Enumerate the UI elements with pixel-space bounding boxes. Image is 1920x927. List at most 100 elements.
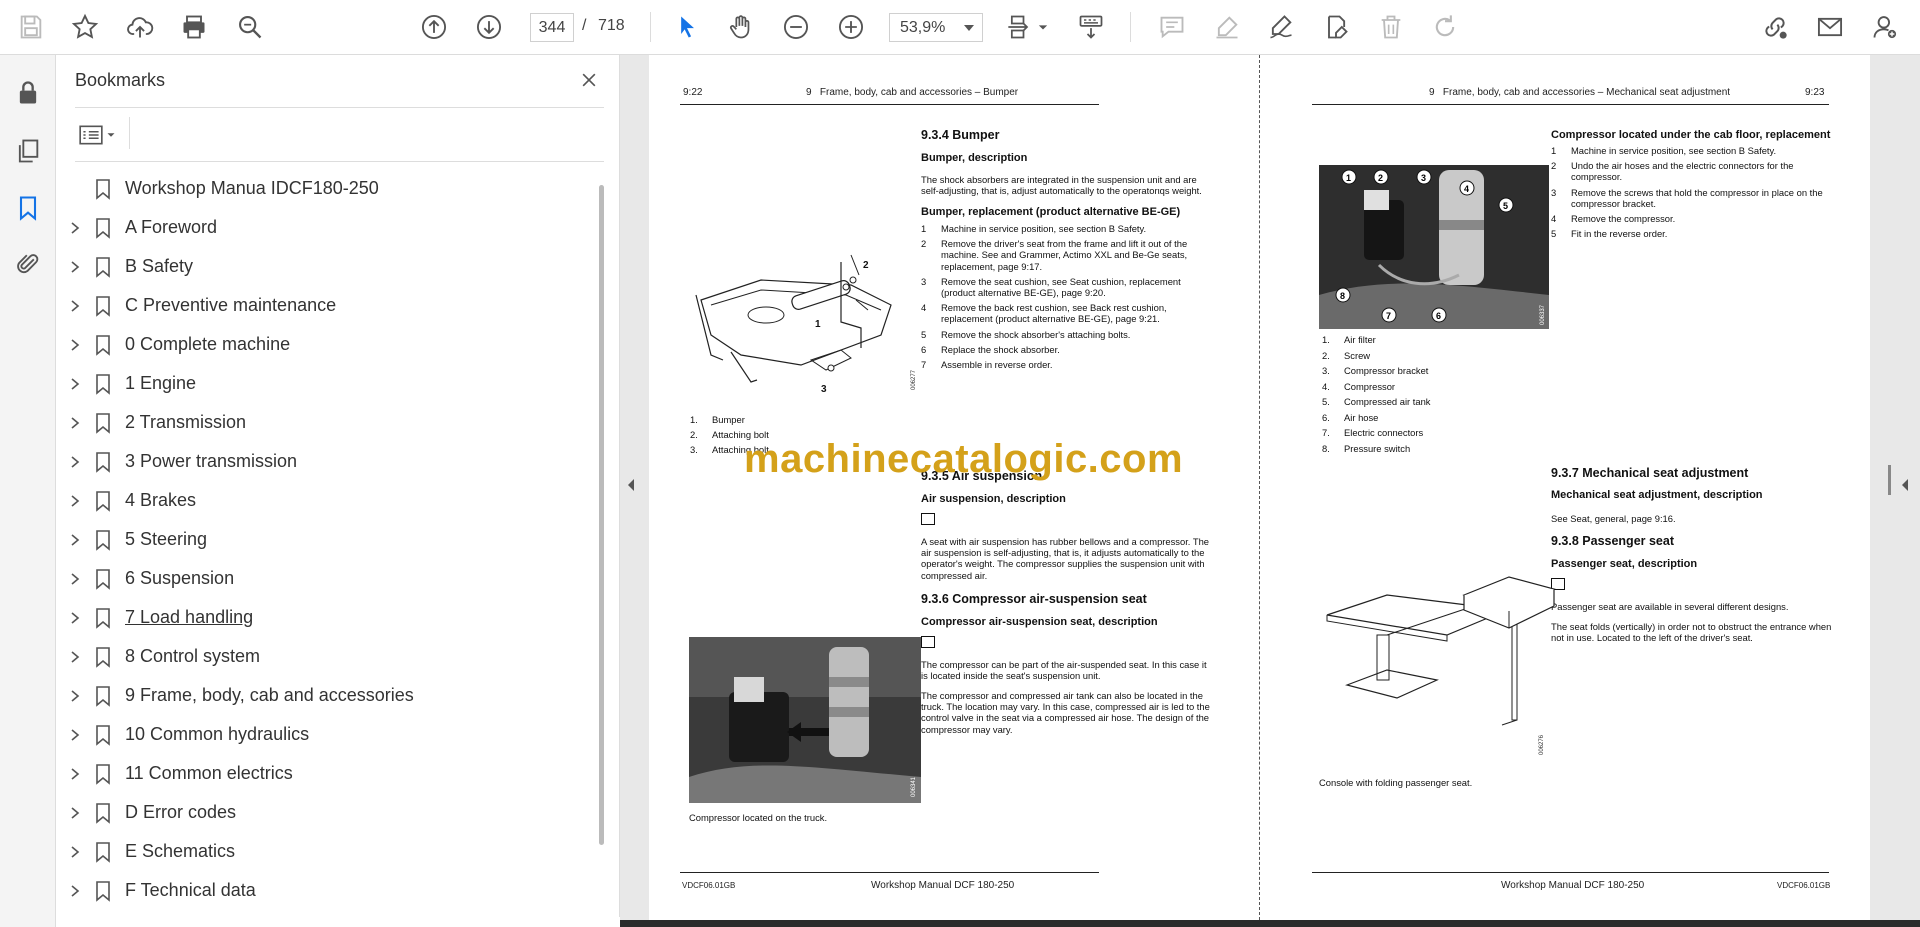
bookmark-item[interactable]: 1 Engine (56, 364, 596, 403)
step-number: 2 (921, 238, 927, 250)
close-panel-button[interactable] (574, 65, 604, 95)
bookmark-item[interactable]: A Foreword (56, 208, 596, 247)
callout-label: 5 (1503, 201, 1508, 211)
collapse-right-arrow-icon[interactable] (1898, 475, 1912, 495)
search-button[interactable] (233, 10, 267, 44)
previous-page-button[interactable] (417, 10, 451, 44)
chevron-right-icon[interactable] (68, 338, 82, 352)
legend-number: 3. (690, 444, 698, 455)
step-item: 6 Replace the shock absorber. (921, 344, 1213, 355)
bookmark-item[interactable]: 5 Steering (56, 520, 596, 559)
chevron-right-icon[interactable] (68, 299, 82, 313)
document-scrollbar[interactable] (1870, 55, 1884, 920)
page-thumbnails-button[interactable] (12, 135, 44, 167)
share-link-button[interactable] (1758, 10, 1792, 44)
bookmark-label: 7 Load handling (125, 607, 254, 627)
bookmarks-panel-button[interactable] (12, 192, 44, 224)
chevron-right-icon[interactable] (68, 455, 82, 469)
chevron-right-icon[interactable] (68, 650, 82, 664)
bookmark-item[interactable]: 9 Frame, body, cab and accessories (56, 676, 596, 715)
bookmark-label: 5 Steering (125, 529, 208, 549)
save-button[interactable] (14, 10, 48, 44)
hand-tool-button[interactable] (724, 10, 758, 44)
bookmark-item[interactable]: C Preventive maintenance (56, 286, 596, 325)
next-page-button[interactable] (472, 10, 506, 44)
bookmark-options-button[interactable] (78, 120, 128, 150)
bookmark-icon (96, 256, 110, 278)
step-number: 1 (921, 223, 927, 234)
chevron-down-icon (964, 24, 974, 31)
bookmark-item[interactable]: 2 Transmission (56, 403, 596, 442)
delete-button[interactable] (1374, 10, 1408, 44)
bookmark-label: 9 Frame, body, cab and accessories (125, 685, 414, 705)
resize-handle[interactable] (1888, 465, 1891, 495)
chevron-right-icon[interactable] (68, 221, 82, 235)
chevron-right-icon[interactable] (68, 689, 82, 703)
page-number-input[interactable]: 344 (530, 13, 574, 42)
footer-rule (680, 872, 1099, 873)
add-user-button[interactable] (1868, 10, 1902, 44)
select-tool-button[interactable] (670, 10, 704, 44)
bookmark-item[interactable]: 4 Brakes (56, 481, 596, 520)
legend-text: Compressed air tank (1344, 396, 1431, 407)
chevron-right-icon[interactable] (68, 533, 82, 547)
bookmark-item[interactable]: B Safety (56, 247, 596, 286)
bookmark-item[interactable]: 7 Load handling (56, 598, 596, 637)
page-fit-button[interactable] (1003, 10, 1037, 44)
legend-number: 2. (690, 429, 698, 440)
zoom-dropdown[interactable]: 53,9% (889, 13, 983, 42)
bookmark-item[interactable]: D Error codes (56, 793, 596, 832)
bookmark-item[interactable]: Workshop Manua IDCF180-250 (56, 169, 596, 208)
bookmark-label: F Technical data (125, 880, 256, 900)
highlight-button[interactable] (1210, 10, 1244, 44)
printer-icon (183, 15, 205, 39)
chevron-right-icon[interactable] (68, 728, 82, 742)
bookmark-item[interactable]: 6 Suspension (56, 559, 596, 598)
security-panel-button[interactable] (12, 77, 44, 109)
bookmark-item[interactable]: F Technical data (56, 871, 596, 909)
callout-label: 3 (1421, 173, 1426, 183)
callout-label: 4 (1464, 184, 1469, 194)
bookmark-label: D Error codes (125, 802, 237, 822)
upload-button[interactable] (123, 10, 157, 44)
compressor-cab-photo: 1 2 3 4 5 6 7 8 006337 (1319, 165, 1549, 329)
print-button[interactable] (177, 10, 211, 44)
edit-pdf-button[interactable] (1319, 10, 1353, 44)
right-page-number: 9:23 (1805, 87, 1825, 98)
chevron-right-icon[interactable] (68, 572, 82, 586)
chevron-right-icon[interactable] (68, 611, 82, 625)
scrollbar-thumb[interactable] (599, 185, 604, 845)
chevron-right-icon[interactable] (68, 377, 82, 391)
bookmark-label: 8 Control system (125, 646, 261, 666)
chevron-right-icon[interactable] (68, 494, 82, 508)
bookmark-item[interactable]: 10 Common hydraulics (56, 715, 596, 754)
chevron-right-icon[interactable] (68, 884, 82, 898)
comment-button[interactable] (1155, 10, 1189, 44)
attachments-panel-button[interactable] (12, 248, 44, 280)
redo-button[interactable] (1428, 10, 1462, 44)
bookmark-icon (96, 880, 110, 902)
bookmark-item[interactable]: E Schematics (56, 832, 596, 871)
status-strip (620, 920, 1920, 927)
collapse-left-arrow-icon[interactable] (624, 475, 638, 495)
zoom-in-button[interactable] (834, 10, 868, 44)
bookmark-item[interactable]: 8 Control system (56, 637, 596, 676)
keyboard-scroll-button[interactable] (1074, 10, 1108, 44)
zoom-out-button[interactable] (779, 10, 813, 44)
chevron-right-icon[interactable] (68, 767, 82, 781)
bookmark-star-button[interactable] (68, 10, 102, 44)
chevron-right-icon[interactable] (68, 260, 82, 274)
chevron-right-icon[interactable] (68, 416, 82, 430)
bookmark-scrollbar[interactable] (598, 169, 606, 909)
subsection-heading: Bumper, replacement (product alternative… (921, 206, 1181, 218)
bookmark-item[interactable]: 3 Power transmission (56, 442, 596, 481)
email-button[interactable] (1813, 10, 1847, 44)
bookmark-item[interactable]: 11 Common electrics (56, 754, 596, 793)
bookmark-icon (96, 373, 110, 395)
chevron-right-icon[interactable] (68, 845, 82, 859)
sign-button[interactable] (1264, 10, 1298, 44)
bookmark-item[interactable]: 0 Complete machine (56, 325, 596, 364)
chevron-right-icon[interactable] (68, 806, 82, 820)
panel-divider (75, 107, 604, 108)
page-fit-dropdown[interactable] (1033, 10, 1053, 44)
